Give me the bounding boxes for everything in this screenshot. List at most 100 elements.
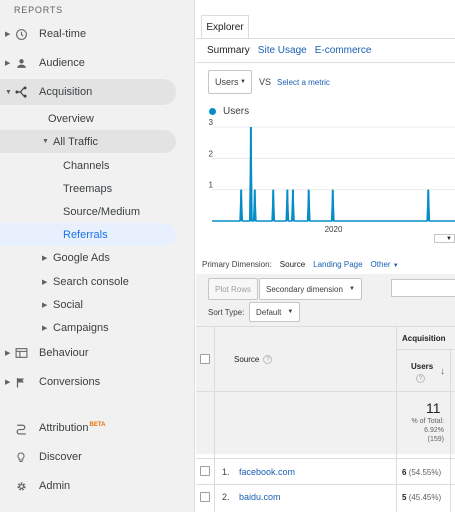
y-tick-label: 3 [209, 118, 214, 127]
sidebar-item-label: Campaigns [53, 321, 109, 334]
table-search-input[interactable] [391, 279, 455, 297]
sidebar-item-referrals[interactable]: Referrals [0, 223, 176, 246]
sidebar-item-search-console[interactable]: ▶ Search console [0, 270, 176, 293]
vs-label: VS [259, 77, 272, 87]
legend-dot [209, 108, 216, 115]
users-percent: (45.45%) [408, 493, 442, 502]
sidebar-item-audience[interactable]: ▶ Audience [0, 50, 195, 76]
sidebar-item-google-ads[interactable]: ▶ Google Ads [0, 246, 176, 269]
dimension-other[interactable]: Other ▼ [371, 260, 399, 269]
tab-explorer[interactable]: Explorer [201, 15, 249, 39]
y-tick-label: 2 [209, 149, 214, 158]
sidebar-item-realtime[interactable]: ▶ Real-time [0, 21, 195, 47]
sidebar-item-label: Source/Medium [63, 205, 141, 218]
reports-section-header: REPORTS [14, 5, 63, 15]
select-metric-link[interactable]: Select a metric [277, 78, 330, 87]
chart-scroll-handle[interactable]: ▼ [434, 234, 455, 243]
table-border [196, 458, 455, 459]
sidebar-item-attribution[interactable]: AttributionBETA [0, 415, 195, 441]
sidebar-item-treemaps[interactable]: Treemaps [0, 177, 176, 200]
sidebar-item-campaigns[interactable]: ▶ Campaigns [0, 316, 176, 339]
sidebar-item-channels[interactable]: Channels [0, 154, 176, 177]
row-checkbox[interactable] [200, 466, 210, 476]
caret-down-icon: ▼ [5, 88, 12, 96]
caret-right-icon: ▶ [42, 254, 48, 262]
sidebar-item-acquisition[interactable]: ▼ Acquisition [0, 79, 176, 105]
chevron-down-icon: ▼ [287, 309, 294, 315]
users-total-percent: % of Total: 6.92% (159) [406, 417, 444, 444]
sort-type-label: Sort Type: [208, 308, 245, 317]
table-border [450, 349, 451, 512]
person-icon [14, 56, 28, 70]
select-all-checkbox[interactable] [200, 354, 210, 364]
caret-right-icon: ▶ [42, 301, 48, 309]
source-column-header[interactable]: Source? [234, 355, 273, 365]
sidebar-item-behaviour[interactable]: ▶ Behaviour [0, 340, 195, 366]
source-header-label: Source [234, 355, 260, 364]
sidebar-item-label: Audience [39, 57, 85, 69]
users-percent: (54.55%) [408, 468, 442, 477]
users-column-header[interactable]: Users [411, 362, 433, 371]
help-icon: ? [263, 355, 273, 365]
row-number: 2. [222, 492, 230, 502]
sidebar-item-label: Conversions [39, 376, 101, 388]
metric-select[interactable]: Users ▼ [208, 70, 252, 94]
row-users-value: 5 (45.45%) [402, 493, 441, 502]
flag-icon [14, 375, 28, 389]
row-source-link[interactable]: baidu.com [239, 492, 281, 502]
secondary-dimension-label: Secondary dimension [266, 284, 343, 294]
metric-select-value: Users [215, 77, 239, 87]
sidebar-item-label: Treemaps [63, 182, 113, 195]
sidebar-item-source-medium[interactable]: Source/Medium [0, 200, 176, 223]
behaviour-icon [14, 346, 28, 360]
table-border [196, 484, 455, 485]
dimension-source[interactable]: Source [280, 260, 305, 269]
plot-rows-button[interactable]: Plot Rows [208, 278, 259, 300]
attribution-icon [14, 421, 28, 435]
legend-label: Users [223, 106, 250, 117]
caret-right-icon: ▶ [42, 324, 48, 332]
clock-icon [14, 27, 28, 41]
sidebar: REPORTS ▶ Real-time ▶ Audience ▼ Acquisi… [0, 0, 195, 512]
chevron-down-icon: ▼ [392, 263, 399, 269]
subtab-ecommerce[interactable]: E-commerce [315, 45, 372, 56]
beta-badge: BETA [89, 422, 106, 428]
sidebar-item-label: Admin [39, 480, 71, 492]
sidebar-item-label: Overview [48, 112, 94, 125]
sidebar-item-social[interactable]: ▶ Social [0, 293, 176, 316]
gear-icon [14, 479, 28, 493]
sidebar-item-label: Real-time [39, 28, 87, 40]
table-border [196, 391, 455, 392]
divider [196, 62, 455, 63]
acquisition-icon [14, 85, 28, 99]
row-number: 1. [222, 467, 230, 477]
y-tick-label: 1 [209, 181, 214, 190]
tab-divider [196, 38, 455, 39]
sort-descending-icon[interactable]: ↓ [440, 366, 445, 377]
sidebar-item-overview[interactable]: Overview [0, 107, 176, 130]
chevron-down-icon: ▼ [240, 79, 246, 85]
primary-dimension-bar: Primary Dimension: Source Landing Page O… [202, 260, 399, 269]
subtab-summary[interactable]: Summary [207, 45, 250, 56]
explorer-subtabs: Summary Site Usage E-commerce [207, 45, 371, 56]
row-checkbox[interactable] [200, 492, 210, 502]
sidebar-item-all-traffic[interactable]: ▼ All Traffic [0, 130, 176, 153]
sort-type-select[interactable]: Default ▼ [249, 302, 301, 322]
sidebar-item-label: Google Ads [53, 251, 110, 264]
sidebar-item-discover[interactable]: Discover [0, 444, 195, 470]
dimension-landing-page[interactable]: Landing Page [313, 260, 362, 269]
sidebar-item-admin[interactable]: Admin [0, 473, 195, 499]
sidebar-item-label: Behaviour [39, 347, 89, 359]
sidebar-item-conversions[interactable]: ▶ Conversions [0, 369, 195, 395]
sidebar-item-label: AttributionBETA [39, 422, 105, 434]
row-source-link[interactable]: facebook.com [239, 467, 295, 477]
sidebar-item-label: Acquisition [39, 86, 93, 98]
subtab-site-usage[interactable]: Site Usage [258, 45, 307, 56]
secondary-dimension-select[interactable]: Secondary dimension ▼ [259, 278, 362, 300]
table-border [196, 326, 455, 327]
ga-report-page: REPORTS ▶ Real-time ▶ Audience ▼ Acquisi… [0, 0, 455, 512]
sidebar-item-label: Discover [39, 451, 82, 463]
table-border [214, 326, 215, 512]
users-chart: 3 2 1 2020 [209, 118, 455, 234]
users-total: 11 [426, 400, 441, 416]
